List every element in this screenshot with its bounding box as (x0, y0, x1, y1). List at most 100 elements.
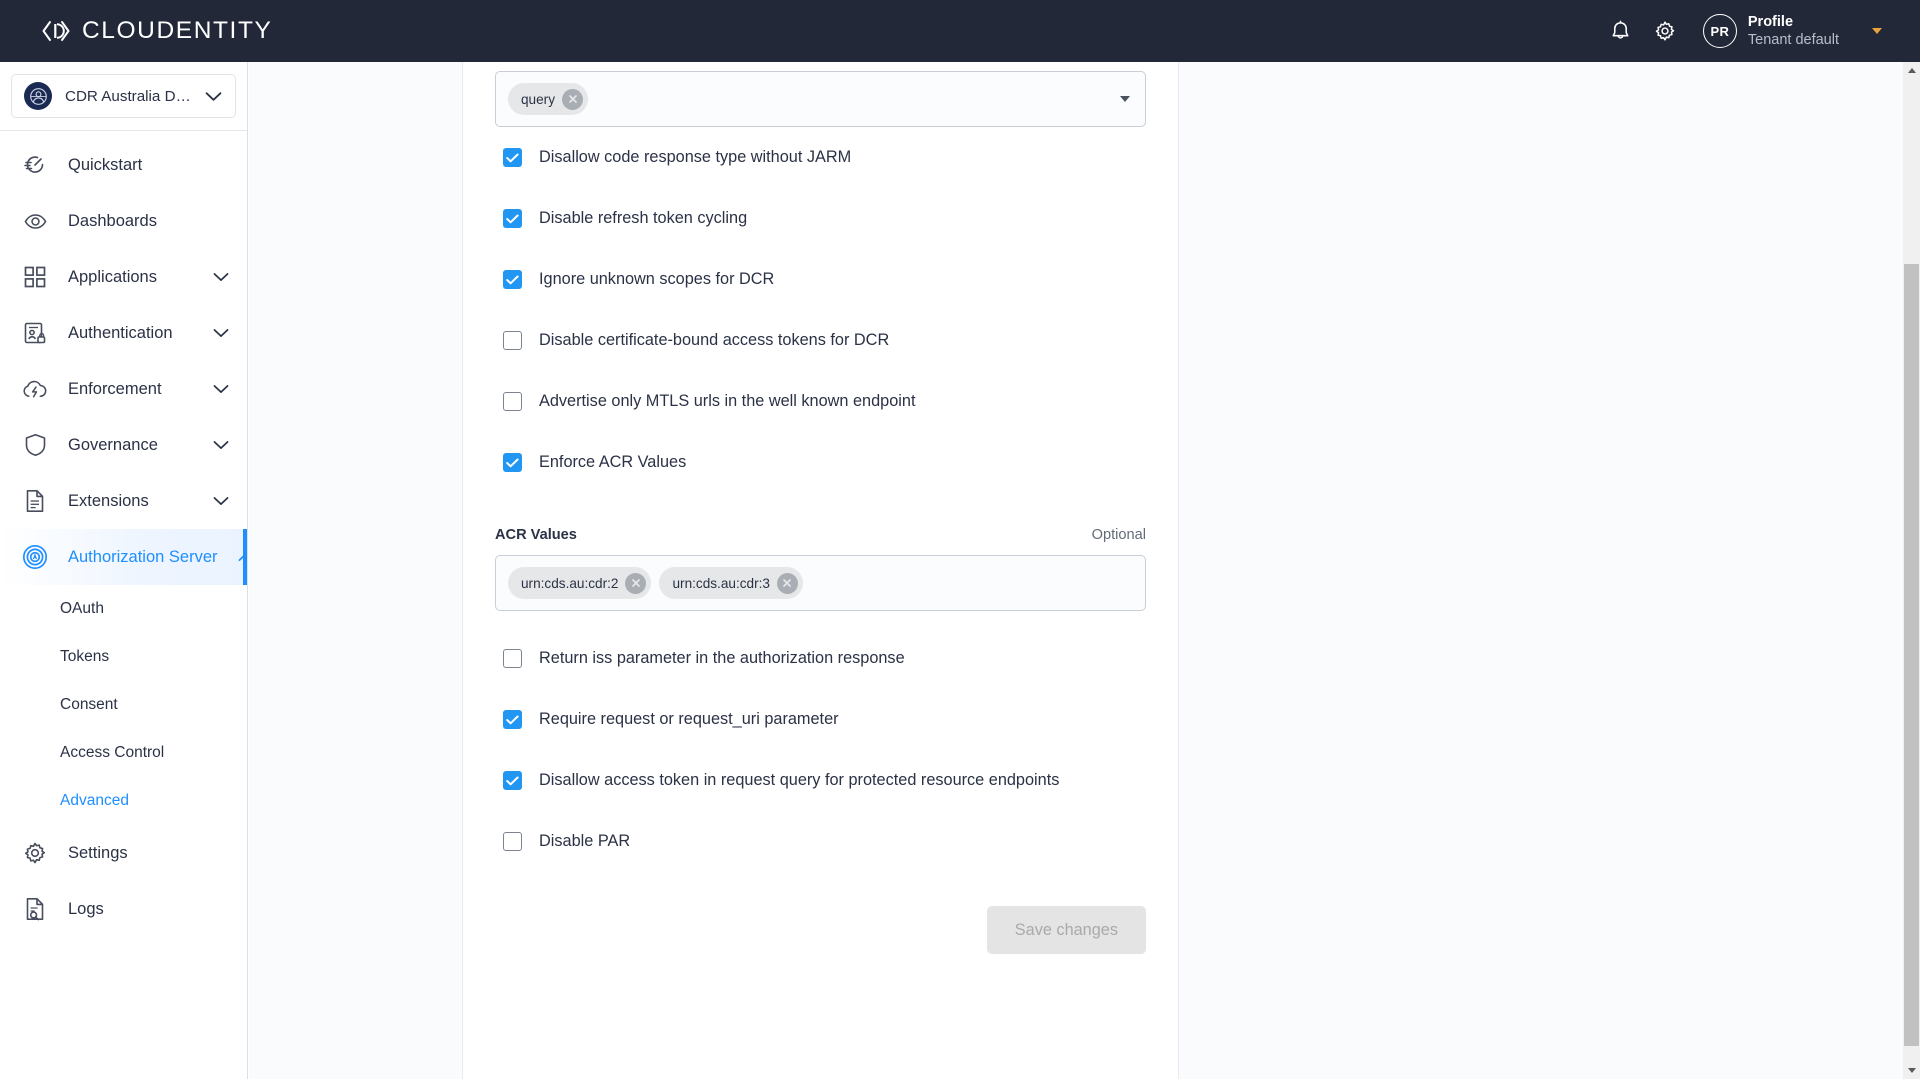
avatar: PR (1702, 14, 1737, 48)
form-actions: Save changes (495, 872, 1146, 954)
checkbox-unchecked-icon[interactable] (503, 649, 522, 668)
checkbox-row-disallow-access-token-in-request-query[interactable]: Disallow access token in request query f… (495, 750, 1146, 811)
gear-icon[interactable] (1643, 9, 1687, 53)
chip-remove-icon[interactable] (562, 88, 584, 110)
chip[interactable]: query (508, 83, 589, 115)
chip-label: urn:cds.au:cdr:3 (672, 575, 770, 591)
gear-icon (22, 840, 48, 866)
checkbox-row-require-request-or-request-uri[interactable]: Require request or request_uri parameter (495, 689, 1146, 750)
id-card-lock-icon (22, 320, 48, 346)
save-changes-button[interactable]: Save changes (986, 906, 1146, 954)
advanced-settings-form: query Disallow code response type withou… (463, 71, 1178, 954)
sidebar-item-label: Extensions (68, 491, 149, 510)
sidebar-item-authentication[interactable]: Authentication (0, 305, 247, 361)
sidebar-subitem-label: Advanced (60, 792, 129, 809)
sidebar-item-enforcement[interactable]: Enforcement (0, 361, 247, 417)
scroll-down-arrow-icon[interactable] (1903, 1062, 1920, 1079)
sidebar-item-extensions[interactable]: Extensions (0, 473, 247, 529)
brand-name: CLOUDENTITY (82, 17, 273, 44)
sidebar-subitem-label: OAuth (60, 600, 104, 617)
checkbox-label: Disable PAR (539, 832, 631, 850)
acr-values-field-header: ACR Values Optional (495, 527, 1146, 543)
brand[interactable]: CLOUDENTITY (41, 17, 272, 45)
chevron-down-icon (213, 384, 229, 394)
chip-label: urn:cds.au:cdr:2 (521, 575, 619, 591)
checkbox-label: Return iss parameter in the authorizatio… (539, 649, 905, 667)
sidebar-item-settings[interactable]: Settings (0, 825, 247, 881)
document-icon (22, 488, 48, 514)
checkbox-label: Disallow code response type without JARM (539, 148, 852, 166)
profile-text: Profile Tenant default (1748, 13, 1839, 49)
acr-values-input[interactable]: urn:cds.au:cdr:2 urn:cds.au:cdr:3 (495, 555, 1146, 611)
content-area: query Disallow code response type withou… (249, 62, 1920, 1079)
tenant-selector[interactable]: CDR Australia Demo (11, 74, 236, 118)
sidebar-item-advanced[interactable]: Advanced (0, 777, 247, 825)
checkbox-row-ignore-unknown-scopes-for-dcr[interactable]: Ignore unknown scopes for DCR (495, 249, 1146, 310)
select-caret-down-icon[interactable] (1120, 96, 1130, 102)
sidebar-item-oauth[interactable]: OAuth (0, 585, 247, 633)
sidebar-subitem-label: Access Control (60, 744, 165, 761)
scroll-up-arrow-icon[interactable] (1903, 62, 1920, 79)
chevron-down-icon (213, 496, 229, 506)
chevron-down-icon (213, 328, 229, 338)
log-search-icon (22, 896, 48, 922)
chip[interactable]: urn:cds.au:cdr:2 (508, 567, 652, 599)
checkbox-label: Disallow access token in request query f… (539, 771, 1060, 789)
checkbox-checked-icon[interactable] (503, 270, 522, 289)
page-scrollbar[interactable] (1903, 62, 1920, 1079)
checkbox-label: Advertise only MTLS urls in the well kno… (539, 392, 916, 410)
sidebar-item-applications[interactable]: Applications (0, 249, 247, 305)
sidebar-item-access-control[interactable]: Access Control (0, 729, 247, 777)
scrollbar-thumb[interactable] (1904, 264, 1919, 1046)
acr-values-label: ACR Values (495, 527, 577, 543)
chip[interactable]: urn:cds.au:cdr:3 (659, 567, 803, 599)
grid-icon (22, 264, 48, 290)
auth-server-icon (22, 544, 48, 570)
bell-icon[interactable] (1599, 9, 1643, 53)
checkbox-row-disable-par[interactable]: Disable PAR (495, 811, 1146, 872)
checkbox-label: Require request or request_uri parameter (539, 710, 839, 728)
sidebar-item-dashboards[interactable]: Dashboards (0, 193, 247, 249)
checkbox-checked-icon[interactable] (503, 148, 522, 167)
chevron-down-icon (213, 272, 229, 282)
checkbox-row-return-iss-parameter[interactable]: Return iss parameter in the authorizatio… (495, 628, 1146, 689)
checkbox-checked-icon[interactable] (503, 209, 522, 228)
tenant-name: CDR Australia Demo (65, 87, 192, 105)
chevron-up-icon (238, 552, 247, 562)
checkbox-row-disallow-code-response-type-without-jarm[interactable]: Disallow code response type without JARM (495, 127, 1146, 188)
sidebar-nav: Quickstart Dashboards Applications Authe… (0, 131, 247, 937)
checkbox-unchecked-icon[interactable] (503, 331, 522, 350)
checkbox-label: Enforce ACR Values (539, 453, 687, 471)
tenant-globe-icon (24, 82, 52, 110)
checkbox-unchecked-icon[interactable] (503, 392, 522, 411)
chip-remove-icon[interactable] (776, 572, 798, 594)
cloud-bolt-icon (22, 376, 48, 402)
shield-icon (22, 432, 48, 458)
profile-name: Profile (1747, 13, 1794, 30)
sidebar-item-tokens[interactable]: Tokens (0, 633, 247, 681)
checkbox-checked-icon[interactable] (503, 710, 522, 729)
sidebar-item-governance[interactable]: Governance (0, 417, 247, 473)
checkbox-row-disable-refresh-token-cycling[interactable]: Disable refresh token cycling (495, 188, 1146, 249)
sidebar-subitem-label: Consent (60, 696, 118, 713)
response-modes-select[interactable]: query (495, 71, 1146, 127)
scrollbar-track[interactable] (1903, 79, 1920, 1062)
checkbox-unchecked-icon[interactable] (503, 832, 522, 851)
checkbox-group-top: Disallow code response type without JARM… (495, 127, 1146, 493)
sidebar-item-authorization-server[interactable]: Authorization Server (0, 529, 247, 585)
profile-menu[interactable]: PR Profile Tenant default (1702, 13, 1882, 49)
checkbox-checked-icon[interactable] (503, 771, 522, 790)
eye-icon (22, 208, 48, 234)
checkbox-checked-icon[interactable] (503, 453, 522, 472)
chip-remove-icon[interactable] (625, 572, 647, 594)
sidebar-item-logs[interactable]: Logs (0, 881, 247, 937)
checkbox-label: Disable certificate-bound access tokens … (539, 331, 890, 349)
chevron-down-icon (205, 91, 222, 102)
sidebar-item-consent[interactable]: Consent (0, 681, 247, 729)
checkbox-row-disable-certificate-bound-access-tokens-for-dcr[interactable]: Disable certificate-bound access tokens … (495, 310, 1146, 371)
caret-down-icon[interactable] (1872, 28, 1882, 34)
checkbox-row-enforce-acr-values[interactable]: Enforce ACR Values (495, 432, 1146, 493)
checkbox-row-advertise-only-mtls-urls[interactable]: Advertise only MTLS urls in the well kno… (495, 371, 1146, 432)
rocket-icon (22, 152, 48, 178)
sidebar-item-quickstart[interactable]: Quickstart (0, 137, 247, 193)
